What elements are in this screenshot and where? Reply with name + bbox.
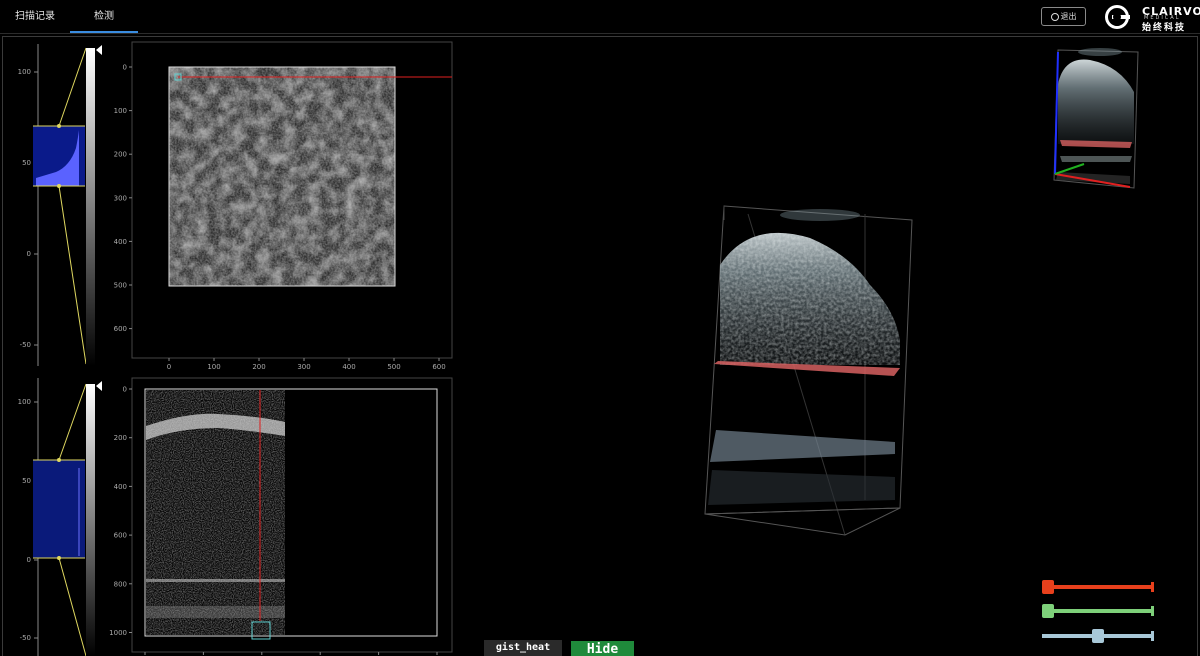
y-tick-label: 400 (114, 483, 127, 491)
x-tick-label: 100 (207, 363, 220, 371)
colorbar-handle[interactable] (96, 45, 102, 55)
brand-logo: CLAIRVO MEDICAL 始终科技 (1104, 2, 1200, 33)
x-tick-label: 300 (297, 363, 310, 371)
x-tick-label: 200 (252, 363, 265, 371)
y-tick-label: 0 (123, 64, 127, 72)
top-image-view: 0 100 200 300 400 500 600 0 100 200 300 400 500 600 (114, 41, 453, 371)
hist-top-tick: 0 (27, 250, 31, 258)
y-tick-label: 100 (114, 107, 127, 115)
slider-knob[interactable] (1041, 604, 1054, 618)
hist-bottom-tick: 50 (22, 477, 31, 485)
hist-bottom-tick: 0 (27, 556, 31, 564)
gradient-colorbar (86, 48, 95, 366)
hist-top-tick: 50 (22, 159, 31, 167)
histogram-bottom: 100 50 0 -50 (18, 378, 102, 656)
y-axis-indicator (1054, 163, 1085, 175)
top-bar: 扫描记录 检测 退出 CLAIRVO MEDICAL 始终科技 (0, 0, 1200, 34)
y-tick-label: 500 (114, 282, 127, 290)
brand-cn: 始终科技 (1142, 23, 1187, 33)
slider-green[interactable] (1041, 604, 1154, 618)
y-tick-label: 800 (114, 580, 127, 588)
clairvo-logo-icon (1105, 5, 1130, 29)
histogram-region[interactable] (33, 460, 85, 558)
slider-red[interactable] (1041, 580, 1154, 594)
mini-orientation-view[interactable] (1050, 44, 1142, 194)
power-icon (1050, 12, 1059, 21)
hist-bottom-tick: -50 (20, 634, 31, 642)
y-tick-label: 1000 (109, 629, 127, 637)
x-tick-label: 0 (167, 363, 171, 371)
hist-bottom-tick: 100 (18, 398, 31, 406)
x-tick-label: 600 (432, 363, 445, 371)
exit-button[interactable]: 退出 (1041, 7, 1086, 26)
slider-end-cap (1151, 582, 1154, 592)
tab-scan-records[interactable]: 扫描记录 (6, 0, 64, 34)
y-tick-label: 300 (114, 194, 127, 202)
hide-button[interactable]: Hide (571, 641, 634, 656)
colormap-label[interactable]: gist_heat (484, 640, 562, 656)
slider-blue[interactable] (1042, 629, 1154, 643)
hist-top-tick: 100 (18, 68, 31, 76)
slider-track (1042, 585, 1154, 589)
y-tick-label: 200 (114, 151, 127, 159)
x-tick-label: 400 (342, 363, 355, 371)
volume-3d-view[interactable] (690, 200, 930, 545)
colorbar-handle[interactable] (96, 381, 102, 391)
bottom-image-view: 02004006008001000 02004006008001000 (109, 377, 453, 655)
y-tick-label: 0 (123, 386, 127, 394)
slider-end-cap (1151, 606, 1154, 616)
slice-plane-gray[interactable] (710, 430, 895, 462)
gradient-colorbar (86, 384, 95, 656)
hist-top-tick: -50 (20, 341, 31, 349)
tab-detection[interactable]: 检测 (70, 0, 138, 34)
z-axis-indicator (1054, 51, 1059, 175)
slider-end-cap (1151, 631, 1154, 641)
histogram-top: 100 50 0 -50 (18, 44, 102, 366)
slider-track (1042, 609, 1154, 613)
exit-label: 退出 (1060, 12, 1077, 21)
y-tick-label: 600 (114, 325, 127, 333)
y-tick-label: 200 (114, 434, 127, 442)
slider-knob[interactable] (1041, 580, 1054, 594)
y-tick-label: 400 (114, 238, 127, 246)
slider-knob[interactable] (1092, 629, 1104, 643)
y-tick-label: 600 (114, 532, 127, 540)
x-tick-label: 500 (387, 363, 400, 371)
